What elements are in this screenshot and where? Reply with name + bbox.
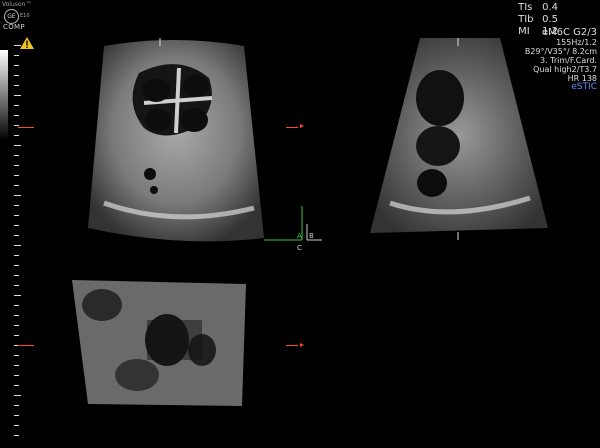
axis-c-label: C <box>297 244 302 252</box>
scale-tick <box>14 275 19 276</box>
scale-tick <box>14 155 19 156</box>
ge-logo-icon: GE <box>4 9 19 24</box>
scale-tick <box>14 55 19 56</box>
grayscale-bar <box>0 50 8 140</box>
scale-tick <box>14 225 19 226</box>
mode-label: COMP <box>3 23 25 31</box>
focus-arrow-icon[interactable] <box>300 124 304 128</box>
scale-tick <box>14 395 21 396</box>
scale-tick <box>14 385 19 386</box>
probe-name: eM6C G2/3 <box>541 27 597 38</box>
scale-tick <box>14 75 19 76</box>
scale-tick <box>14 435 19 436</box>
scale-tick <box>14 135 19 136</box>
scale-tick <box>14 175 19 176</box>
scale-tick <box>14 415 19 416</box>
depth-scale <box>12 45 22 445</box>
index-row-tis: TIs 0.4 <box>518 2 558 14</box>
scale-tick <box>14 45 21 46</box>
focus-marker[interactable] <box>286 127 298 128</box>
scale-tick <box>14 165 19 166</box>
scale-tick <box>14 105 19 106</box>
image-plane-c[interactable] <box>72 280 246 406</box>
index-label: TIs <box>518 2 533 13</box>
scale-tick <box>14 305 19 306</box>
probe-id: E10 <box>20 13 30 19</box>
scale-tick <box>14 325 19 326</box>
scale-tick <box>14 375 19 376</box>
warning-triangle-icon[interactable] <box>20 37 34 49</box>
scale-tick <box>14 335 19 336</box>
scale-tick <box>14 315 19 316</box>
image-plane-a[interactable] <box>84 38 268 244</box>
scale-tick <box>14 355 19 356</box>
index-label: TIb <box>518 14 534 25</box>
axis-a-label: A <box>297 232 302 240</box>
scale-tick <box>14 145 21 146</box>
focus-marker[interactable] <box>18 127 34 128</box>
scale-tick <box>14 205 19 206</box>
scale-tick <box>14 285 19 286</box>
scale-tick <box>14 185 19 186</box>
scale-tick <box>14 115 19 116</box>
scale-tick <box>14 425 19 426</box>
scale-tick <box>14 235 19 236</box>
scale-tick <box>14 125 19 126</box>
index-value: 0.5 <box>542 14 558 25</box>
scale-tick <box>14 245 21 246</box>
focus-arrow-icon[interactable] <box>300 343 304 347</box>
brand-label: Voluson™ <box>2 1 32 8</box>
scale-tick <box>14 255 19 256</box>
scale-tick <box>14 215 19 216</box>
scale-tick <box>14 95 21 96</box>
scale-tick <box>14 265 19 266</box>
scale-tick <box>14 365 19 366</box>
scale-tick <box>14 195 21 196</box>
axis-indicator <box>264 206 322 241</box>
focus-marker[interactable] <box>18 345 34 346</box>
scale-tick <box>14 65 19 66</box>
index-value: 0.4 <box>542 2 558 13</box>
focus-marker[interactable] <box>286 345 298 346</box>
index-row-tib: TIb 0.5 <box>518 14 558 26</box>
axis-b-label: B <box>309 232 314 240</box>
scale-tick <box>14 405 19 406</box>
scale-tick <box>14 295 21 296</box>
scale-tick <box>14 85 19 86</box>
image-plane-b[interactable] <box>370 38 548 240</box>
